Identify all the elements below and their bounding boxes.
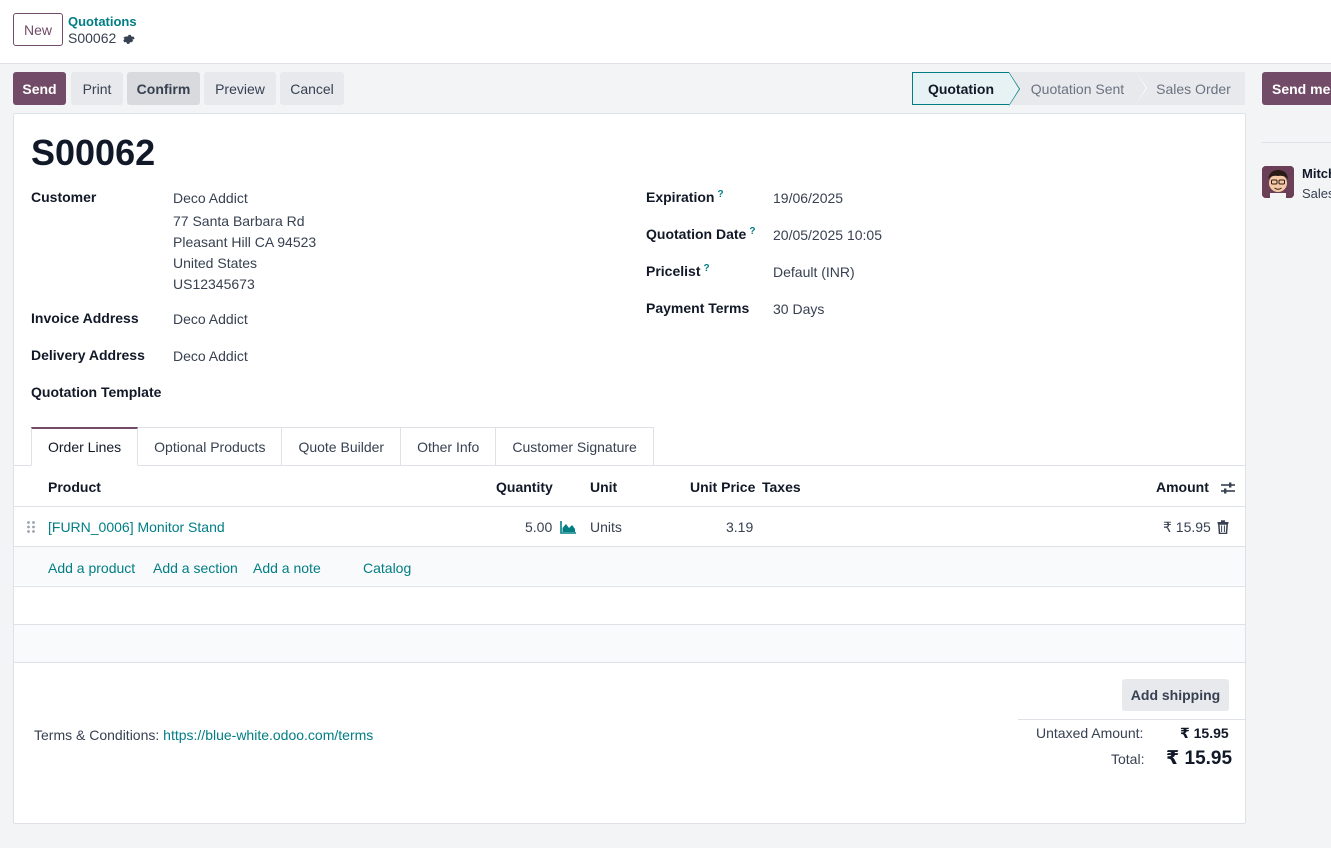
quantity-cell[interactable]: 5.00 (525, 519, 552, 535)
empty-row (14, 625, 1245, 663)
terms-conditions: Terms & Conditions: https://blue-white.o… (34, 727, 373, 743)
tab-customer-signature[interactable]: Customer Signature (496, 427, 654, 466)
quotation-date-label: Quotation Date? (646, 226, 756, 242)
add-product-link[interactable]: Add a product (48, 560, 135, 576)
help-icon[interactable]: ? (703, 263, 709, 274)
notebook-tabs: Order Lines Optional Products Quote Buil… (31, 427, 654, 466)
add-section-link[interactable]: Add a section (153, 560, 238, 576)
add-note-link[interactable]: Add a note (253, 560, 321, 576)
customer-country: United States (173, 255, 258, 271)
delivery-address-label: Delivery Address (31, 347, 145, 363)
untaxed-label: Untaxed Amount: (1036, 725, 1144, 741)
drag-handle-icon[interactable] (26, 520, 36, 534)
column-unit-price[interactable]: Unit Price (690, 479, 755, 495)
delivery-address-field[interactable]: Deco Addict (173, 348, 248, 364)
tab-other-info[interactable]: Other Info (401, 427, 497, 466)
forecast-chart-icon[interactable] (560, 520, 577, 534)
invoice-address-label: Invoice Address (31, 310, 139, 326)
page-title: S00062 (31, 132, 156, 173)
control-panel: New Quotations S00062 (0, 0, 1331, 64)
invoice-address-field[interactable]: Deco Addict (173, 311, 248, 327)
column-taxes[interactable]: Taxes (762, 479, 801, 495)
customer-vat: US12345673 (173, 276, 255, 292)
quotation-template-label: Quotation Template (31, 384, 162, 400)
optional-columns-icon[interactable] (1220, 480, 1236, 496)
column-unit[interactable]: Unit (590, 479, 617, 495)
stage-quotation-sent[interactable]: Quotation Sent (1009, 72, 1147, 105)
stage-quotation[interactable]: Quotation (912, 72, 1020, 106)
chatter-subtitle: Sales (1302, 186, 1331, 201)
column-amount[interactable]: Amount (1156, 479, 1209, 495)
product-cell[interactable]: [FURN_0006] Monitor Stand (48, 519, 225, 535)
preview-button[interactable]: Preview (204, 72, 276, 105)
header-divider (14, 506, 1245, 507)
payment-terms-field[interactable]: 30 Days (773, 301, 824, 317)
expiration-field[interactable]: 19/06/2025 (773, 190, 843, 206)
row-divider (14, 586, 1245, 587)
customer-name[interactable]: Deco Addict (173, 190, 248, 206)
payment-terms-label: Payment Terms (646, 300, 750, 316)
new-button[interactable]: New (13, 13, 63, 46)
unit-cell[interactable]: Units (590, 519, 622, 535)
total-label: Total: (1111, 751, 1145, 767)
trash-icon[interactable] (1217, 520, 1229, 534)
confirm-button[interactable]: Confirm (127, 72, 200, 105)
avatar[interactable] (1262, 166, 1294, 198)
amount-cell: ₹ 15.95 (1163, 519, 1211, 535)
statusbar: Quotation Quotation Sent Sales Order (912, 72, 1245, 106)
gear-icon[interactable] (122, 32, 135, 45)
column-quantity[interactable]: Quantity (496, 479, 553, 495)
customer-city: Pleasant Hill CA 94523 (173, 234, 317, 250)
stage-label: Sales Order (1156, 80, 1231, 97)
breadcrumb-quotations[interactable]: Quotations (68, 14, 137, 29)
chatter-divider (1262, 142, 1331, 143)
form-sheet: S00062 Customer Deco Addict 77 Santa Bar… (13, 113, 1246, 824)
customer-street: 77 Santa Barbara Rd (173, 213, 305, 229)
cancel-button[interactable]: Cancel (280, 72, 344, 105)
help-icon[interactable]: ? (717, 189, 723, 200)
add-shipping-button[interactable]: Add shipping (1122, 679, 1229, 711)
tab-quote-builder[interactable]: Quote Builder (282, 427, 402, 466)
totals-divider (1018, 719, 1245, 720)
tab-optional-products[interactable]: Optional Products (138, 427, 283, 466)
chatter-author[interactable]: Mitchell Admin (1302, 166, 1331, 181)
send-button[interactable]: Send (13, 72, 66, 105)
quotation-date-field[interactable]: 20/05/2025 10:05 (773, 227, 882, 243)
breadcrumb-current: S00062 (68, 30, 135, 46)
pricelist-field[interactable]: Default (INR) (773, 264, 855, 280)
stage-sales-order[interactable]: Sales Order (1136, 72, 1245, 105)
total-value: ₹ 15.95 (1166, 748, 1233, 769)
pricelist-label: Pricelist? (646, 263, 710, 279)
stage-label: Quotation (927, 80, 995, 97)
tab-order-lines[interactable]: Order Lines (31, 427, 139, 466)
help-icon[interactable]: ? (749, 226, 755, 237)
customer-label: Customer (31, 189, 97, 205)
terms-label: Terms & Conditions: (34, 727, 160, 743)
send-message-button[interactable]: Send message (1262, 72, 1331, 105)
expiration-label: Expiration? (646, 189, 724, 205)
unit-price-cell[interactable]: 3.19 (726, 519, 753, 535)
terms-link[interactable]: https://blue-white.odoo.com/terms (163, 727, 373, 743)
row-divider (14, 662, 1245, 663)
column-product[interactable]: Product (48, 479, 101, 495)
stage-label: Quotation Sent (1030, 80, 1125, 97)
print-button[interactable]: Print (71, 72, 123, 105)
record-name: S00062 (68, 30, 117, 46)
catalog-link[interactable]: Catalog (363, 560, 411, 576)
untaxed-value: ₹ 15.95 (1180, 725, 1229, 741)
